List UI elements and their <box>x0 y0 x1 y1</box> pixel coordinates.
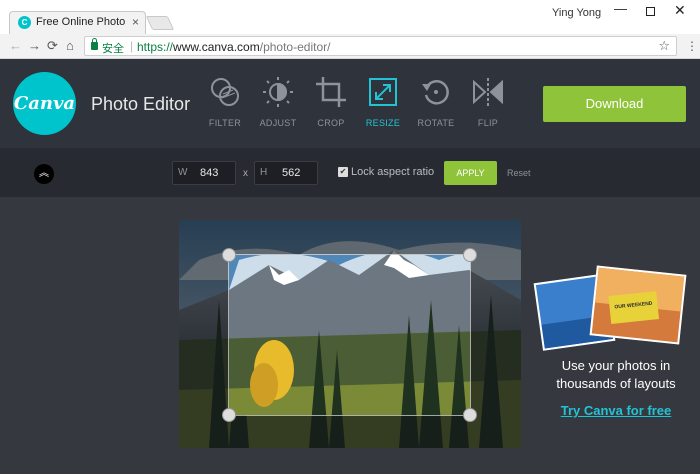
promo-image-sunset: OUR WEEKEND <box>589 265 687 345</box>
new-tab-button[interactable] <box>145 16 175 30</box>
url-path: /photo-editor/ <box>259 40 331 54</box>
minimize-icon[interactable]: — <box>614 1 627 16</box>
tab-close-icon[interactable]: × <box>132 15 139 29</box>
cropped-photo <box>229 255 470 415</box>
tool-label: CROP <box>317 118 345 128</box>
crop-selection[interactable] <box>228 254 471 416</box>
canva-logo[interactable]: Canva <box>13 72 76 135</box>
resize-handle-bottom-left[interactable] <box>222 408 236 422</box>
tool-label: ROTATE <box>417 118 455 128</box>
try-canva-link[interactable]: Try Canva for free <box>541 403 691 418</box>
resize-handle-top-right[interactable] <box>463 248 477 262</box>
address-bar[interactable]: 安全 | https://www.canva.com/photo-editor/… <box>84 36 677 56</box>
reset-link[interactable]: Reset <box>507 168 531 178</box>
width-prefix: W <box>178 167 188 178</box>
resize-handle-bottom-right[interactable] <box>463 408 477 422</box>
lock-icon <box>91 38 98 50</box>
dimension-separator: x <box>243 168 248 179</box>
resize-options-bar: ︽ W 843 H 562 <box>0 148 700 197</box>
browser-tab[interactable]: C Free Online Photo Editor × <box>9 11 146 34</box>
tool-filter[interactable]: FILTER <box>200 75 250 135</box>
reload-icon[interactable]: ⟳ <box>47 38 58 54</box>
width-value[interactable]: 843 <box>200 167 218 179</box>
height-field[interactable]: H 562 <box>254 161 318 185</box>
tool-label: FLIP <box>477 118 499 128</box>
page-title: Photo Editor <box>91 94 191 114</box>
crop-icon <box>316 77 346 107</box>
flip-icon <box>473 78 503 106</box>
tool-rotate[interactable]: ROTATE <box>411 75 461 135</box>
width-field[interactable]: W 843 <box>172 161 236 185</box>
promo-sign: OUR WEEKEND <box>608 291 660 324</box>
close-window-icon[interactable]: ✕ <box>674 2 686 19</box>
filter-icon <box>211 78 239 106</box>
url-host: www.canva.com <box>173 40 260 54</box>
browser-toolbar: ← → ⟳ ⌂ 安全 | https://www.canva.com/photo… <box>0 34 700 59</box>
tool-adjust[interactable]: ADJUST <box>253 75 303 135</box>
tool-crop[interactable]: CROP <box>306 75 356 135</box>
lock-aspect-checkbox[interactable]: ✔ <box>338 167 348 177</box>
adjust-icon <box>263 77 293 107</box>
tool-flip[interactable]: FLIP <box>463 75 513 135</box>
url-text[interactable]: https://www.canva.com/photo-editor/ <box>137 40 330 54</box>
tool-resize[interactable]: RESIZE <box>358 75 408 135</box>
height-value[interactable]: 562 <box>282 167 300 179</box>
download-button[interactable]: Download <box>543 86 686 122</box>
url-separator: | <box>130 39 134 53</box>
maximize-icon[interactable] <box>646 7 655 16</box>
secure-label: 安全 <box>102 43 124 55</box>
tool-label: RESIZE <box>365 118 401 128</box>
height-prefix: H <box>260 167 268 178</box>
rotate-icon <box>422 80 449 105</box>
tool-label: ADJUST <box>259 118 297 128</box>
resize-handle-top-left[interactable] <box>222 248 236 262</box>
collapse-chevron-icon[interactable]: ︽ <box>34 164 54 184</box>
tool-label: FILTER <box>208 118 242 128</box>
bookmark-star-icon[interactable]: ☆ <box>658 38 670 54</box>
browser-menu-icon[interactable]: ⋮ <box>686 39 698 53</box>
resize-icon <box>369 78 397 106</box>
canva-favicon-icon: C <box>18 16 31 29</box>
profile-name[interactable]: Ying Yong <box>552 7 601 19</box>
back-icon[interactable]: ← <box>9 38 22 53</box>
apply-button[interactable]: APPLY <box>444 161 497 185</box>
lock-aspect-label[interactable]: Lock aspect ratio <box>351 166 434 178</box>
url-scheme: https:// <box>137 40 174 54</box>
promo-text: Use your photos in thousands of layouts <box>556 358 676 391</box>
forward-icon[interactable]: → <box>28 38 41 53</box>
editor-header: Canva Photo Editor FILTER ADJUST CROP RE… <box>0 59 700 148</box>
tab-title: Free Online Photo Editor <box>36 16 128 28</box>
home-icon[interactable]: ⌂ <box>66 38 74 53</box>
browser-titlebar: C Free Online Photo Editor × Ying Yong —… <box>0 0 700 34</box>
